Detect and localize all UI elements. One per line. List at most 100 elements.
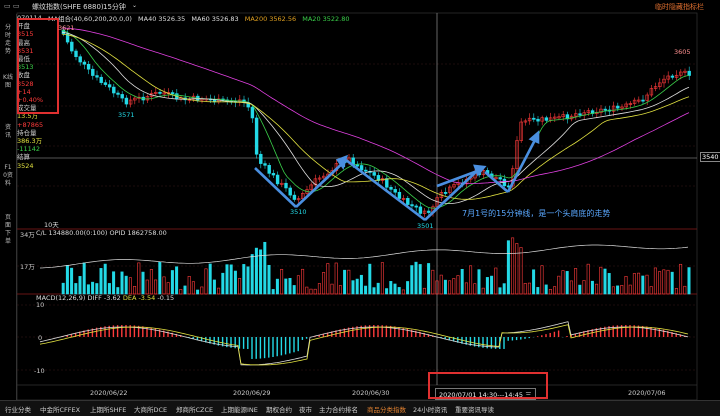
volume-bar xyxy=(393,283,397,295)
candle-body xyxy=(393,189,397,193)
candle-body xyxy=(359,165,364,171)
ma20-value: MA20 3522.80 xyxy=(302,15,350,23)
bottom-tab-ine[interactable]: 上期能源INE xyxy=(221,404,258,414)
days-label: 10天 xyxy=(44,221,59,229)
volume-bar xyxy=(376,282,380,295)
volume-bar xyxy=(649,286,653,295)
volume-bar xyxy=(275,278,279,295)
volume-bar xyxy=(82,262,86,295)
candle-body xyxy=(292,194,297,200)
volume-bar xyxy=(137,262,141,295)
bottom-tab-ranking[interactable]: 主力合约排名 xyxy=(319,404,358,414)
volume-bar xyxy=(431,269,435,295)
bottom-tab-czce[interactable]: 郑商所CZCE xyxy=(176,404,213,414)
volume-bar xyxy=(582,280,586,295)
settle-value: 3524 xyxy=(17,161,34,170)
candle-body xyxy=(364,169,368,172)
volume-bar xyxy=(250,254,254,295)
volume-bar xyxy=(385,288,389,295)
bottom-tab-cffex[interactable]: 中金所CFFEX xyxy=(40,404,80,414)
volume-bar xyxy=(544,284,548,295)
candle-body xyxy=(670,75,675,78)
volume-bar xyxy=(372,287,376,295)
volume-bar xyxy=(221,272,225,295)
price-label-3510: 3510 xyxy=(290,208,307,216)
volume-bar xyxy=(133,286,137,295)
volume-bar xyxy=(103,263,107,295)
price-label-3501: 3501 xyxy=(417,222,434,230)
volume-bar xyxy=(565,271,569,295)
candle-body xyxy=(112,86,116,94)
oi-label: 持仓量 xyxy=(17,128,37,137)
candle-body xyxy=(616,105,620,109)
volume-bar xyxy=(569,280,573,295)
volume-bar xyxy=(679,263,683,295)
volume-bar xyxy=(263,241,267,295)
volume-bar xyxy=(301,268,305,295)
volume-bar xyxy=(574,268,578,295)
volume-bar xyxy=(191,281,195,295)
bottom-tab-24h-news[interactable]: 24小时资讯 xyxy=(413,404,447,414)
volume-bar xyxy=(158,261,162,295)
volume-bar xyxy=(452,278,456,295)
volume-bar xyxy=(473,283,477,295)
oi-value: 386.3万 xyxy=(17,137,43,146)
volume-bar xyxy=(74,283,78,295)
volume-bar xyxy=(506,240,510,295)
volume-bar xyxy=(540,265,544,295)
candle-body xyxy=(99,76,103,83)
ma40-value: MA40 3526.35 xyxy=(138,15,186,23)
volume-bar xyxy=(637,272,641,295)
volume-bar xyxy=(91,281,95,295)
volume-bar xyxy=(561,270,565,295)
bottom-tab-shfe[interactable]: 上期所SHFE xyxy=(90,404,126,414)
volume-bar xyxy=(624,276,628,295)
volume-bar xyxy=(477,269,481,295)
candle-body xyxy=(578,113,582,116)
volume-bar xyxy=(128,277,132,295)
bottom-tab-commodity-index[interactable]: 商品分类指数 xyxy=(367,404,406,414)
volume-bar xyxy=(490,275,494,295)
volume-bar xyxy=(548,289,552,295)
volume-bar xyxy=(523,283,527,295)
candle-body xyxy=(372,172,376,176)
volume-bar xyxy=(70,267,74,295)
bottom-tab-industry[interactable]: 行业分类 xyxy=(5,404,31,414)
volume-bar xyxy=(397,287,401,295)
candle-body xyxy=(82,61,87,65)
price-label-3605: 3605 xyxy=(674,48,691,56)
macd-lines xyxy=(39,321,689,366)
candle-body xyxy=(414,205,418,208)
volume-bar xyxy=(557,275,561,295)
macd-value: -0.15 xyxy=(157,294,175,302)
bottom-tab-options[interactable]: 期权合约 xyxy=(266,404,292,414)
volume-bar xyxy=(208,263,212,295)
candle-body xyxy=(355,164,360,167)
bottom-tab-night[interactable]: 夜市 xyxy=(299,404,312,414)
volume-bar xyxy=(233,270,237,295)
volume-bar xyxy=(292,285,296,295)
bottom-tab-dce[interactable]: 大商所DCE xyxy=(134,404,167,414)
candle-body xyxy=(107,84,112,88)
volume-bar xyxy=(162,276,166,295)
chart-canvas[interactable] xyxy=(0,0,720,415)
volume-bar xyxy=(670,271,674,295)
volume-bar xyxy=(469,265,473,295)
volume-bar xyxy=(532,269,536,295)
price-label-3621: 3621 xyxy=(58,24,75,32)
candle-body xyxy=(385,178,389,188)
bottom-tab-key-news[interactable]: 重要资讯导读 xyxy=(455,404,494,414)
volume-bar xyxy=(355,278,359,295)
volume-bar xyxy=(620,285,624,295)
volume-bar xyxy=(259,249,263,295)
volume-bar xyxy=(166,282,170,295)
volume-bar xyxy=(309,288,313,295)
volume-bar xyxy=(351,280,355,295)
volume-bar xyxy=(238,278,242,295)
candle-body xyxy=(70,41,74,52)
volume-bar xyxy=(204,268,208,295)
candle-body xyxy=(116,92,120,95)
volume-bar xyxy=(347,269,351,295)
volume-bar xyxy=(145,279,149,295)
volume-bar xyxy=(368,263,372,295)
